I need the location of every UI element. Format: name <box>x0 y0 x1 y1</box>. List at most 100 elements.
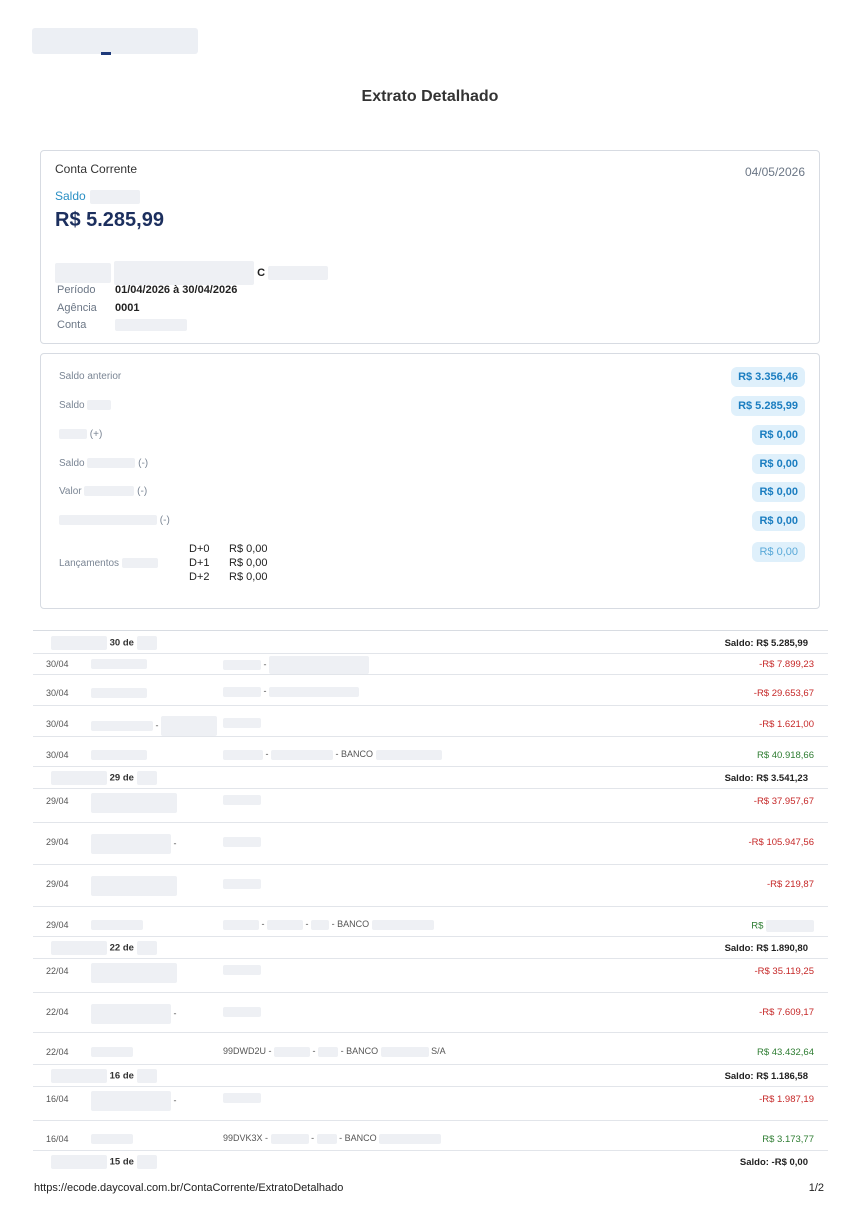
bank-logo <box>32 28 198 54</box>
redacted-text <box>223 717 261 728</box>
row-description-text: - <box>173 838 177 849</box>
redacted-text <box>136 1069 157 1083</box>
row-info-text: - <box>263 659 267 670</box>
redacted-text <box>223 836 261 847</box>
redacted-text <box>223 749 263 760</box>
summary-label-text: Saldo <box>59 458 85 469</box>
redacted-text <box>115 319 187 332</box>
table-row: 29/04 - - - BANCO R$ <box>33 906 828 937</box>
balance-amount: R$ 5.285,99 <box>55 209 164 231</box>
summary-row: (+) R$ 0,00 <box>59 425 805 447</box>
redacted-text <box>268 266 329 280</box>
row-description: - <box>91 1091 177 1111</box>
day-balance: Saldo: -R$ 0,00 <box>739 1157 808 1168</box>
table-row: 22/04 - -R$ 7.609,17 <box>33 992 828 1033</box>
redacted-text <box>51 941 107 955</box>
row-description <box>91 793 177 813</box>
summary-row: Valor (-) R$ 0,00 <box>59 482 805 504</box>
redacted-text <box>223 686 261 697</box>
redacted-text <box>91 1133 133 1144</box>
row-amount: -R$ 7.609,17 <box>759 1007 814 1018</box>
redacted-text <box>91 1091 171 1111</box>
row-amount: R$ 40.918,66 <box>756 750 814 761</box>
row-info: 99DWD2U - - - BANCO S/A <box>223 1046 446 1057</box>
day-label-text: 16 de <box>109 1070 134 1082</box>
redacted-text <box>136 1155 157 1169</box>
redacted-text <box>267 919 304 930</box>
table-row: 16/04 - -R$ 1.987,19 <box>33 1086 828 1121</box>
redacted-text <box>316 1133 337 1144</box>
summary-row: Saldo (-) R$ 0,00 <box>59 454 805 476</box>
redacted-text <box>223 794 261 805</box>
day-header: 15 de Saldo: -R$ 0,00 <box>33 1150 828 1172</box>
statement-date: 04/05/2026 <box>744 165 805 179</box>
row-description <box>91 876 177 896</box>
row-amount: -R$ 37.957,67 <box>753 796 814 807</box>
summary-label-suffix: (-) <box>138 458 149 469</box>
redacted-text <box>223 1092 261 1103</box>
redacted-text <box>121 558 158 569</box>
row-info <box>223 1092 261 1103</box>
summary-label-text: (-) <box>159 515 170 526</box>
table-row: 30/04 - - BANCO R$ 40.918,66 <box>33 736 828 767</box>
table-row: 22/04 -R$ 35.119,25 <box>33 958 828 993</box>
page-title: Extrato Detalhado <box>361 88 499 105</box>
row-amount-text: R$ <box>751 920 764 932</box>
row-description <box>91 1133 133 1144</box>
row-description-text: - <box>173 1095 177 1106</box>
summary-row: Saldo anterior R$ 3.356,46 <box>59 367 805 389</box>
summary-row: Saldo R$ 5.285,99 <box>59 396 805 418</box>
table-row: 29/04 - -R$ 105.947,56 <box>33 822 828 865</box>
row-date: 30/04 <box>46 719 69 729</box>
redacted-text <box>311 919 330 930</box>
row-info-text: - <box>311 1133 315 1143</box>
summary-value: R$ 5.285,99 <box>731 396 805 416</box>
row-date: 29/04 <box>46 920 69 930</box>
table-row: 30/04 - -R$ 1.621,00 <box>33 705 828 737</box>
holder-suffix: C <box>257 266 266 279</box>
redacted-text <box>91 876 177 896</box>
row-description <box>91 963 177 983</box>
row-date: 22/04 <box>46 1047 69 1057</box>
day-label: 16 de <box>51 1069 157 1083</box>
row-description-text: - <box>173 1008 177 1019</box>
row-info-code: 99DVK3X - <box>223 1133 269 1143</box>
redacted-text <box>91 834 171 854</box>
row-info: - <box>223 656 370 674</box>
schedule-value: R$ 0,00 <box>229 571 268 583</box>
redacted-text <box>136 941 157 955</box>
schedule-day: D+0 <box>189 543 210 555</box>
summary-label-text: (+) <box>89 429 103 440</box>
row-info <box>223 964 261 975</box>
table-row: 30/04 - -R$ 7.899,23 <box>33 653 828 675</box>
day-header: 22 de Saldo: R$ 1.890,80 <box>33 936 828 959</box>
day-header: 29 de Saldo: R$ 3.541,23 <box>33 766 828 789</box>
row-description <box>91 687 147 698</box>
summary-value: R$ 0,00 <box>752 511 805 531</box>
summary-value: R$ 0,00 <box>752 454 805 474</box>
row-info-text: - <box>263 686 267 696</box>
redacted-text <box>271 749 334 760</box>
redacted-text <box>136 636 157 650</box>
row-info-text: - <box>261 919 265 929</box>
redacted-text <box>51 1069 107 1083</box>
row-info-bank: - BANCO <box>331 919 370 929</box>
page-number: 1/2 <box>808 1182 824 1194</box>
summary-label: (-) <box>59 515 170 526</box>
schedule-item: D+2 R$ 0,00 <box>189 570 268 584</box>
day-label-text: 15 de <box>109 1156 134 1168</box>
day-balance: Saldo: R$ 3.541,23 <box>724 773 808 784</box>
account-label: Conta <box>57 319 87 331</box>
summary-card: Saldo anterior R$ 3.356,46 Saldo R$ 5.28… <box>40 353 820 609</box>
row-info-text: - <box>312 1046 316 1056</box>
redacted-text <box>91 749 147 760</box>
redacted-text <box>91 793 177 813</box>
redacted-text <box>223 964 261 975</box>
redacted-text <box>269 686 360 697</box>
day-label: 22 de <box>51 941 157 955</box>
redacted-text <box>51 771 107 785</box>
table-row: 29/04 -R$ 37.957,67 <box>33 788 828 823</box>
summary-label: Lançamentos <box>59 558 158 569</box>
table-row: 30/04 - -R$ 29.653,67 <box>33 674 828 706</box>
day-balance: Saldo: R$ 1.890,80 <box>724 943 808 954</box>
